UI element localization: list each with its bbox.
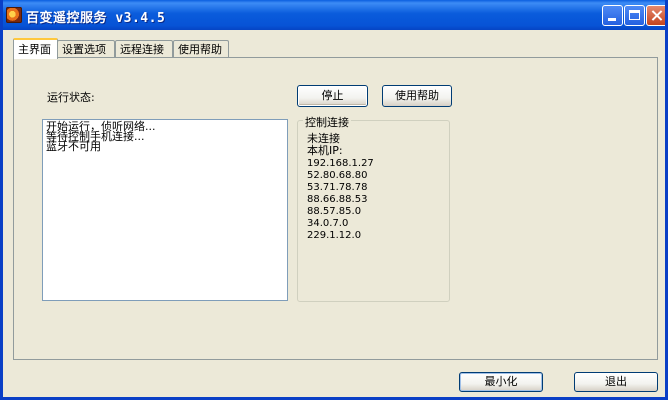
ip-address-item: 88.66.88.53 — [307, 194, 368, 205]
exit-button[interactable]: 退出 — [574, 372, 658, 392]
run-status-label: 运行状态: — [47, 91, 95, 104]
ip-address-item: 192.168.1.27 — [307, 158, 374, 169]
main-tab-panel: 运行状态: 开始运行，侦听网络... 等待控制手机连接... 蓝牙不可用 停止 … — [13, 57, 658, 360]
ip-address-list: 192.168.1.27 52.80.68.80 53.71.78.78 88.… — [307, 158, 374, 242]
status-log-textbox[interactable]: 开始运行，侦听网络... 等待控制手机连接... 蓝牙不可用 — [42, 119, 288, 301]
app-logo-icon[interactable] — [6, 7, 22, 23]
tab-main[interactable]: 主界面 — [13, 38, 58, 59]
window-maximize-button[interactable] — [624, 5, 645, 26]
window-close-button[interactable] — [646, 5, 665, 26]
minimize-button[interactable]: 最小化 — [459, 372, 543, 392]
tab-help[interactable]: 使用帮助 — [173, 40, 229, 57]
tab-remote-connection[interactable]: 远程连接 — [115, 40, 173, 57]
window-minimize-button[interactable] — [602, 5, 623, 26]
help-button[interactable]: 使用帮助 — [382, 85, 452, 107]
ip-address-item: 229.1.12.0 — [307, 230, 362, 241]
ip-address-item: 53.71.78.78 — [307, 182, 368, 193]
ip-address-item: 52.80.68.80 — [307, 170, 368, 181]
ip-address-item: 34.0.7.0 — [307, 218, 349, 229]
app-window: 百变遥控服务 v3.4.5 主界面 设置选项 远程连接 使用帮助 运行状态: 开… — [0, 0, 668, 400]
ip-address-item: 88.57.85.0 — [307, 206, 362, 217]
log-line: 蓝牙不可用 — [46, 140, 101, 153]
control-connection-title: 控制连接 — [303, 114, 351, 130]
title-bar[interactable]: 百变遥控服务 v3.4.5 — [3, 0, 665, 30]
stop-button[interactable]: 停止 — [297, 85, 368, 107]
control-connection-group: 控制连接 未连接 本机IP: 192.168.1.27 52.80.68.80 … — [297, 114, 450, 302]
local-ip-label: 本机IP: — [307, 144, 343, 157]
window-title: 百变遥控服务 v3.4.5 — [26, 11, 166, 26]
tab-settings[interactable]: 设置选项 — [57, 40, 115, 57]
